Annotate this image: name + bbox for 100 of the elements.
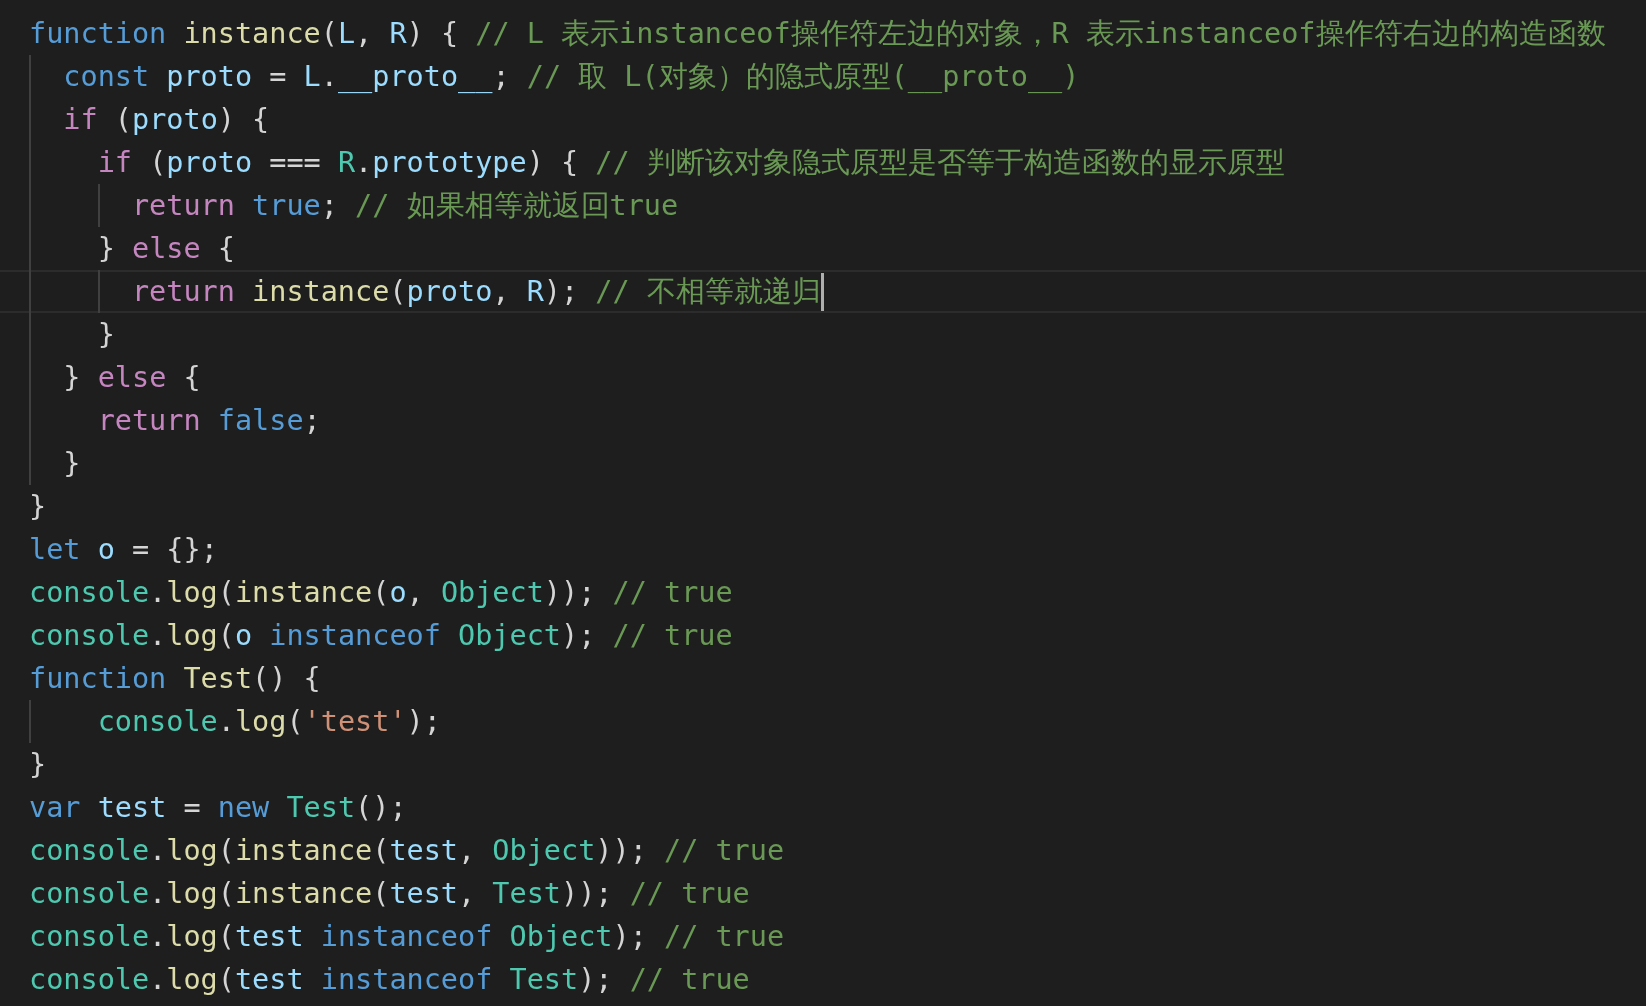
code-token: o (97, 532, 115, 568)
code-token: log (166, 833, 218, 869)
code-token: ( (217, 618, 235, 654)
code-token: = (183, 790, 202, 826)
code-token: R (389, 16, 407, 52)
code-token: return (97, 403, 201, 439)
code-token: . (217, 704, 235, 740)
code-token: ; (320, 188, 338, 224)
code-token: log (166, 876, 218, 912)
code-token: false (217, 403, 304, 439)
code-token: R (337, 145, 356, 181)
code-token: R (526, 274, 544, 310)
code-token: . (320, 59, 338, 95)
code-token: if (97, 145, 132, 181)
code-token: , (406, 575, 425, 611)
code-token: Test (492, 876, 561, 912)
code-token: instanceof (269, 618, 441, 654)
code-token: console (29, 876, 150, 912)
code-token: ( (217, 575, 235, 611)
code-token: return (131, 188, 235, 224)
code-token: Test (286, 790, 356, 826)
code-token: Object (492, 833, 596, 869)
code-token: Object (440, 575, 544, 611)
code-token: , (492, 274, 511, 310)
code-token: ) { (406, 16, 459, 52)
code-token: ( (372, 575, 390, 611)
code-token: Test (509, 962, 579, 998)
code-token: log (166, 618, 218, 654)
code-comment: // 取 L(对象）的隐式原型(__proto__) (526, 59, 1080, 95)
code-token: var (29, 790, 81, 826)
code-token: L (303, 59, 321, 95)
code-token: . (149, 833, 167, 869)
code-token: === (269, 145, 322, 181)
code-token: , (458, 876, 477, 912)
code-token: proto (166, 145, 253, 181)
code-token: { (183, 360, 201, 396)
code-comment: // true (612, 575, 733, 611)
code-token: log (166, 919, 218, 955)
code-token: instanceof (320, 962, 493, 998)
code-token: ); (578, 962, 613, 998)
code-token: . (355, 145, 373, 181)
code-token: ); (612, 919, 647, 955)
code-comment: // true (663, 919, 785, 955)
code-comment: // 如果相等就返回true (355, 188, 679, 224)
code-token: } (97, 317, 115, 353)
code-token: console (29, 833, 150, 869)
code-token: 'test' (303, 704, 407, 740)
code-token: test (234, 919, 304, 955)
code-token: Object (458, 618, 561, 654)
code-token: ( (217, 919, 235, 955)
code-token: console (29, 618, 150, 654)
code-comment: // L 表示instanceof操作符左边的对象，R 表示instanceof操作符右边的构造函数 (475, 16, 1606, 52)
code-token: . (149, 919, 167, 955)
code-token: return (131, 274, 235, 310)
code-token: = (269, 59, 288, 95)
code-token: = {}; (132, 532, 218, 568)
code-token: ; (492, 59, 510, 95)
code-token: ( (320, 16, 338, 52)
code-token: true (252, 188, 321, 224)
code-token: log (166, 962, 218, 998)
code-token: } (63, 360, 81, 396)
code-token: . (149, 962, 167, 998)
code-token: instance (234, 575, 373, 611)
code-token: proto (406, 274, 493, 310)
code-comment: // true (629, 962, 750, 998)
code-token: . (149, 575, 167, 611)
code-token: () { (252, 661, 321, 697)
code-token: log (166, 575, 218, 611)
code-token: ( (114, 102, 132, 138)
code-comment: // true (629, 876, 750, 912)
code-token: test (389, 876, 459, 912)
code-token: proto (132, 102, 218, 138)
code-token: ); (543, 274, 579, 310)
code-token: proto (166, 59, 253, 95)
code-token: let (29, 532, 81, 568)
code-token: console (97, 704, 218, 740)
code-token: console (29, 962, 150, 998)
code-token: } (97, 231, 115, 267)
code-comment: // true (663, 833, 785, 869)
code-token: ( (372, 876, 390, 912)
code-token: . (149, 876, 167, 912)
code-token: Test (183, 661, 253, 697)
code-token: ( (286, 704, 304, 740)
code-token: ( (217, 833, 235, 869)
code-token: function (29, 16, 167, 52)
code-token: new (217, 790, 270, 826)
code-token: ( (217, 876, 235, 912)
code-token: ( (389, 274, 407, 310)
code-token: ; (303, 403, 321, 439)
code-token: function (29, 661, 167, 697)
code-token: ( (149, 145, 167, 181)
code-token: o (389, 575, 407, 611)
code-token: ) { (217, 102, 270, 138)
code-token: console (29, 919, 150, 955)
code-comment: // 判断该对象隐式原型是否等于构造函数的显示原型 (595, 145, 1285, 181)
code-token: prototype (372, 145, 527, 181)
code-token: ( (217, 962, 235, 998)
code-token: } (29, 747, 47, 783)
code-token: instance (183, 16, 321, 52)
code-token: o (234, 618, 253, 654)
